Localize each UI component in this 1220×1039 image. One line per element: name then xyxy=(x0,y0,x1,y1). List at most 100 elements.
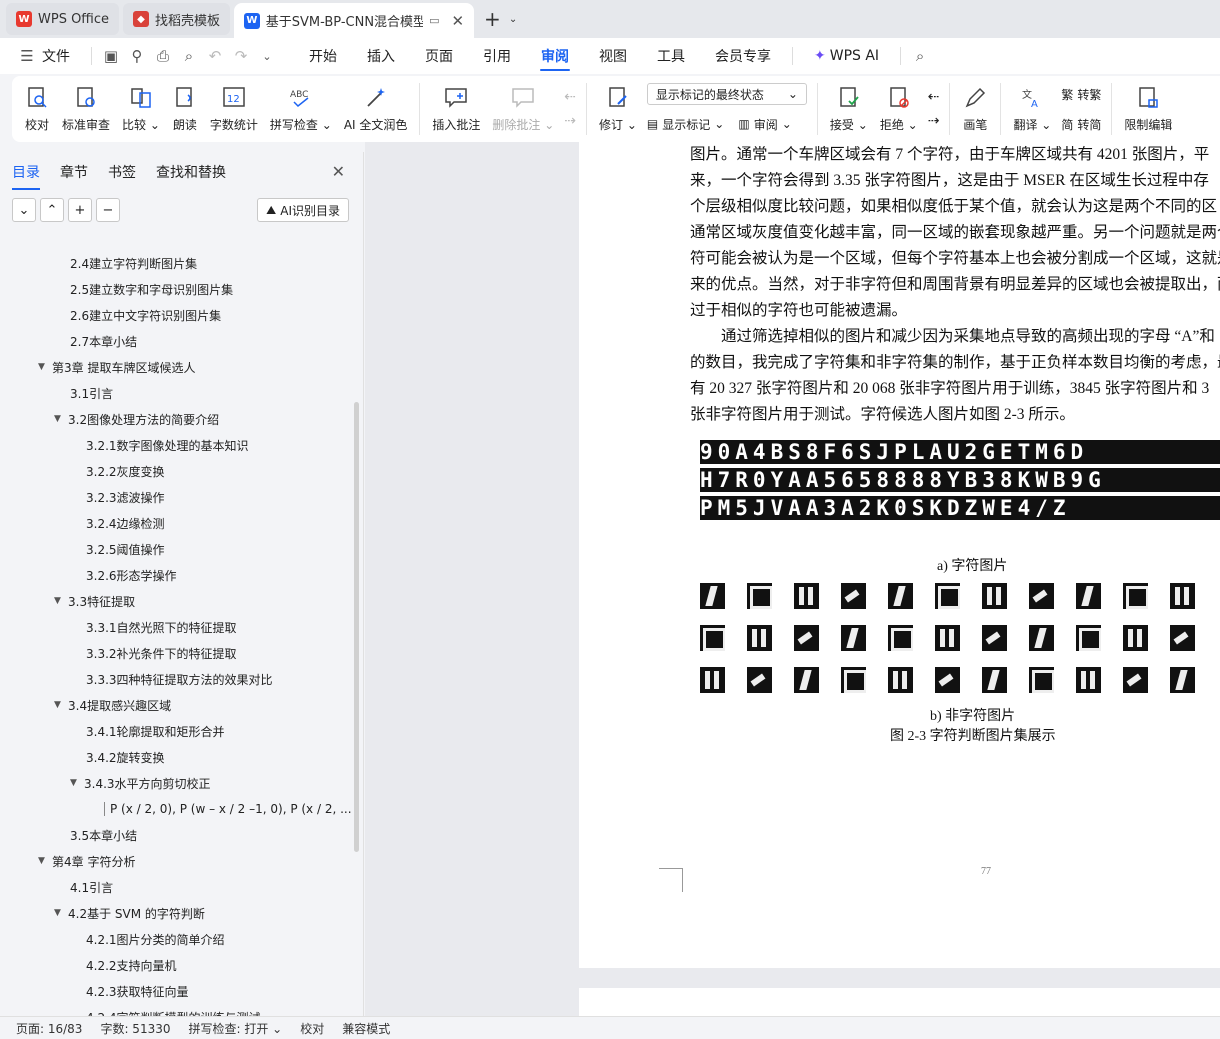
print-icon[interactable]: ⎙ xyxy=(150,38,176,74)
toc-item[interactable]: 2.4建立字符判断图片集 xyxy=(0,250,352,276)
toc-item[interactable]: 3.2.4边缘检测 xyxy=(0,510,352,536)
proofread-button[interactable]: 校对 xyxy=(18,78,56,140)
toc-item[interactable]: 2.6建立中文字符识别图片集 xyxy=(0,302,352,328)
nav-tab-sections[interactable]: 章节 xyxy=(60,162,88,182)
standard-review-button[interactable]: 标准审查 xyxy=(56,78,116,140)
print-preview-icon[interactable]: ⌕ xyxy=(176,38,202,74)
save-icon[interactable]: ▣ xyxy=(98,38,124,74)
expand-triangle-icon[interactable]: ▼ xyxy=(70,778,84,788)
collapse-up-icon[interactable]: ⌃ xyxy=(40,198,64,222)
toc-item[interactable]: 4.1引言 xyxy=(0,874,352,900)
next-change-icon[interactable]: ⇢ xyxy=(928,113,940,129)
new-tab-button[interactable]: + ⌄ xyxy=(478,3,523,35)
toc-scrollbar[interactable] xyxy=(354,402,359,852)
expand-triangle-icon[interactable]: ▼ xyxy=(54,596,68,606)
menu-tools[interactable]: 工具 xyxy=(642,38,700,74)
pen-button[interactable]: 画笔 xyxy=(956,78,994,140)
monitor-icon[interactable]: ▭ xyxy=(429,14,439,27)
menu-review[interactable]: 审阅 xyxy=(526,38,584,74)
chevron-down-icon[interactable]: ⌄ xyxy=(254,38,280,74)
redo-icon[interactable]: ↷ xyxy=(228,38,254,74)
show-markup-button[interactable]: ▤ 显示标记 ⌄ xyxy=(647,113,724,135)
toc-item[interactable]: ▼ 3.4.3水平方向剪切校正 xyxy=(0,770,352,796)
ai-polish-button[interactable]: AI 全文润色 xyxy=(338,78,414,140)
toc-item[interactable]: 2.5建立数字和字母识别图片集 xyxy=(0,276,352,302)
toc-item[interactable]: 3.4.2旋转变换 xyxy=(0,744,352,770)
next-comment-icon[interactable]: ⇢ xyxy=(564,113,576,129)
compare-button[interactable]: 比较 ⌄ xyxy=(116,78,166,140)
menu-membership[interactable]: 会员专享 xyxy=(700,38,786,74)
delete-comment-button[interactable]: 删除批注 ⌄ xyxy=(486,78,560,140)
nav-tab-bookmarks[interactable]: 书签 xyxy=(108,162,136,182)
toc-item[interactable]: 2.7本章小结 xyxy=(0,328,352,354)
document-body-text[interactable]: 图片。通常一个车牌区域会有 7 个字符，由于车牌区域共有 4201 张图片，平来… xyxy=(690,142,1220,428)
toc-item[interactable]: 4.2.1图片分类的简单介绍 xyxy=(0,926,352,952)
undo-icon[interactable]: ↶ xyxy=(202,38,228,74)
menu-home[interactable]: 开始 xyxy=(294,38,352,74)
toc-item[interactable]: 3.1引言 xyxy=(0,380,352,406)
chevron-down-icon[interactable]: ⌄ xyxy=(509,14,517,25)
expand-down-icon[interactable]: ⌄ xyxy=(12,198,36,222)
menu-page[interactable]: 页面 xyxy=(410,38,468,74)
reject-button[interactable]: 拒绝 ⌄ xyxy=(874,78,924,140)
hamburger-icon[interactable]: ☰ xyxy=(14,38,40,74)
toc-item[interactable]: 4.2.4字符判断模型的训练与测试 xyxy=(0,1004,352,1017)
nav-tab-find-replace[interactable]: 查找和替换 xyxy=(156,162,226,182)
close-tab-icon[interactable]: ✕ xyxy=(451,12,464,30)
toc-item[interactable]: 3.4.1轮廓提取和矩形合并 xyxy=(0,718,352,744)
status-proofread[interactable]: 校对 xyxy=(300,1020,342,1037)
toc-item[interactable]: 3.2.6形态学操作 xyxy=(0,562,352,588)
previous-comment-icon[interactable]: ⇠ xyxy=(564,89,576,105)
toc-item[interactable]: 3.3.3四种特征提取方法的效果对比 xyxy=(0,666,352,692)
tab-document[interactable]: W 基于SVM-BP-CNN混合模型 ▭ ✕ xyxy=(234,3,475,38)
track-changes-button[interactable]: 修订 ⌄ xyxy=(593,78,643,140)
toc-item[interactable]: ▼ 第4章 字符分析 xyxy=(0,848,352,874)
expand-triangle-icon[interactable]: ▼ xyxy=(54,700,68,710)
to-simplified-button[interactable]: 简转简 xyxy=(1061,113,1101,135)
toc-item[interactable]: 3.3.1自然光照下的特征提取 xyxy=(0,614,352,640)
toc-item[interactable]: 3.3.2补光条件下的特征提取 xyxy=(0,640,352,666)
remove-heading-icon[interactable]: − xyxy=(96,198,120,222)
toc-item[interactable]: ▼ 3.3特征提取 xyxy=(0,588,352,614)
expand-triangle-icon[interactable]: ▼ xyxy=(54,414,68,424)
toc-item[interactable]: 3.2.3滤波操作 xyxy=(0,484,352,510)
menu-view[interactable]: 视图 xyxy=(584,38,642,74)
toc-item[interactable]: 3.2.2灰度变换 xyxy=(0,458,352,484)
toc-item[interactable]: P (x / 2, 0), P (w – x / 2 –1, 0), P (x … xyxy=(0,796,352,822)
status-page[interactable]: 页面: 16/83 xyxy=(16,1020,100,1037)
menu-file[interactable]: 文件 xyxy=(40,38,85,74)
spell-check-button[interactable]: ABC 拼写检查 ⌄ xyxy=(264,78,338,140)
read-aloud-button[interactable]: 朗读 xyxy=(166,78,204,140)
to-traditional-button[interactable]: 繁转繁 xyxy=(1061,83,1101,105)
expand-triangle-icon[interactable]: ▼ xyxy=(54,908,68,918)
ai-toc-button[interactable]: ⛰ AI识别目录 xyxy=(257,198,349,222)
translate-button[interactable]: 文A 翻译 ⌄ xyxy=(1007,78,1057,140)
nav-tab-toc[interactable]: 目录 xyxy=(12,162,40,190)
share-icon[interactable]: ⚲ xyxy=(124,38,150,74)
toc-item[interactable]: ▼ 第3章 提取车牌区域候选人 xyxy=(0,354,352,380)
word-count-button[interactable]: 12 字数统计 xyxy=(204,78,264,140)
toc-item[interactable]: 4.2.2支持向量机 xyxy=(0,952,352,978)
toc-item[interactable]: ▼ 3.4提取感兴趣区域 xyxy=(0,692,352,718)
tab-daoke-templates[interactable]: ◆ 找稻壳模板 xyxy=(123,3,231,35)
status-spell-check[interactable]: 拼写检查: 打开 ⌄ xyxy=(189,1020,301,1037)
toc-item[interactable]: 3.2.1数字图像处理的基本知识 xyxy=(0,432,352,458)
add-heading-icon[interactable]: + xyxy=(68,198,92,222)
toc-item[interactable]: ▼ 3.2图像处理方法的简要介绍 xyxy=(0,406,352,432)
review-pane-button[interactable]: ▥ 审阅 ⌄ xyxy=(738,113,791,135)
toc-item[interactable]: 3.2.5阈值操作 xyxy=(0,536,352,562)
toc-item[interactable]: ▼ 4.2基于 SVM 的字符判断 xyxy=(0,900,352,926)
previous-change-icon[interactable]: ⇠ xyxy=(928,89,940,105)
menu-references[interactable]: 引用 xyxy=(468,38,526,74)
expand-triangle-icon[interactable]: ▼ xyxy=(38,856,52,866)
expand-triangle-icon[interactable]: ▼ xyxy=(38,362,52,372)
status-word-count[interactable]: 字数: 51330 xyxy=(100,1020,188,1037)
toc-item[interactable]: 3.5本章小结 xyxy=(0,822,352,848)
accept-button[interactable]: 接受 ⌄ xyxy=(824,78,874,140)
insert-comment-button[interactable]: 插入批注 xyxy=(426,78,486,140)
markup-state-select[interactable]: 显示标记的最终状态 ⌄ xyxy=(646,83,807,105)
search-icon[interactable]: ⌕ xyxy=(907,38,933,74)
tab-wps-office[interactable]: W WPS Office xyxy=(6,3,120,35)
close-icon[interactable]: ✕ xyxy=(332,162,345,181)
menu-wps-ai[interactable]: ✦ WPS AI xyxy=(799,38,894,74)
